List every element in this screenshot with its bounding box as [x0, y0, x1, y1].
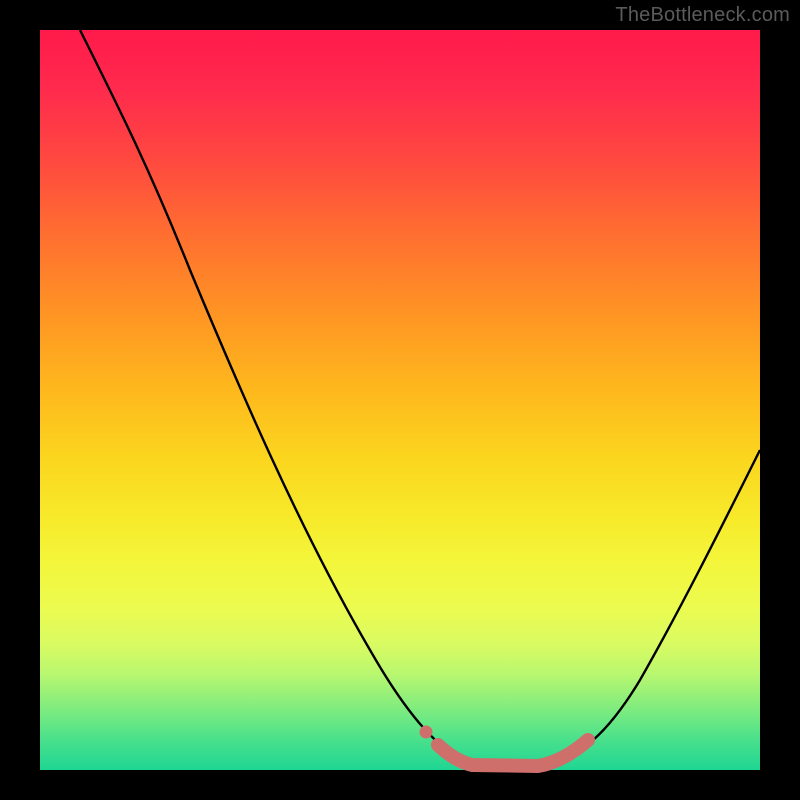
optimal-range-marker: [438, 740, 588, 766]
bottleneck-curve-line: [80, 30, 760, 766]
chart-stage: TheBottleneck.com: [0, 0, 800, 800]
watermark-text: TheBottleneck.com: [615, 4, 790, 27]
optimal-range-marker-dot: [420, 726, 433, 739]
plot-area: [40, 30, 760, 770]
curve-svg: [40, 30, 760, 770]
